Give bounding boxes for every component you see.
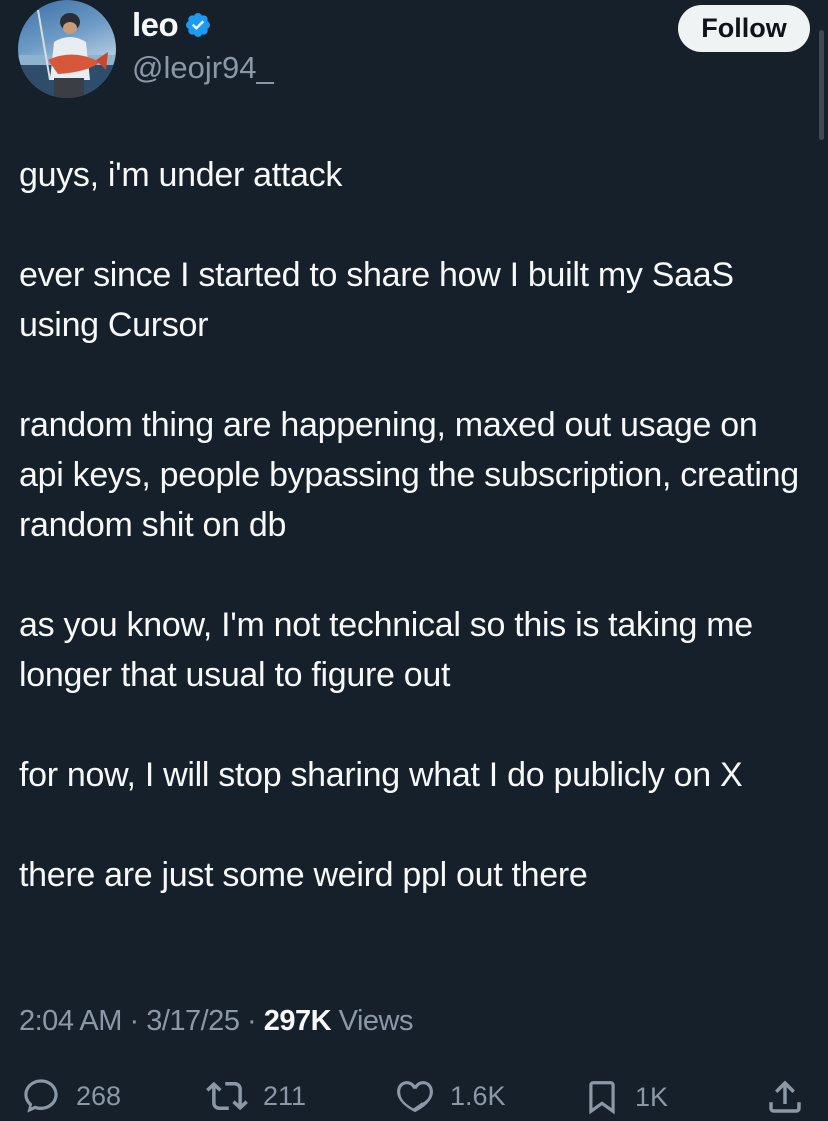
tweet-paragraph: random thing are happening, maxed out us… (19, 406, 799, 544)
reply-button[interactable]: 268 (20, 1075, 121, 1117)
tweet-date[interactable]: 3/17/25 (146, 1005, 240, 1037)
retweet-icon (205, 1075, 249, 1117)
action-bar: 268 211 1.6K 1K (0, 1075, 828, 1121)
views-count[interactable]: 297K (264, 1005, 332, 1037)
reply-icon (20, 1075, 62, 1117)
meta-separator: · (239, 1005, 264, 1037)
bookmark-icon (583, 1075, 621, 1119)
tweet-paragraph: guys, i'm under attack (19, 156, 343, 194)
retweet-button[interactable]: 211 (205, 1075, 306, 1117)
tweet-paragraph: for now, I will stop sharing what I do p… (19, 756, 743, 794)
avatar[interactable] (18, 0, 116, 98)
share-icon (764, 1075, 806, 1119)
bookmark-button[interactable]: 1K (583, 1075, 668, 1119)
avatar-fisherman-photo (18, 9, 116, 98)
tweet-meta: 2:04 AM · 3/17/25 · 297K Views (19, 1005, 413, 1038)
author-handle[interactable]: @leojr94_ (132, 50, 274, 86)
heart-icon (394, 1075, 436, 1117)
like-button[interactable]: 1.6K (394, 1075, 506, 1117)
verified-badge-icon (184, 11, 212, 39)
views-label: Views (331, 1005, 414, 1037)
follow-button[interactable]: Follow (678, 5, 810, 52)
scrollbar[interactable] (819, 30, 824, 140)
tweet-paragraph: there are just some weird ppl out there (19, 856, 588, 894)
author-display-name[interactable]: leo (132, 6, 179, 44)
tweet-time[interactable]: 2:04 AM (19, 1005, 122, 1037)
author-name-row[interactable]: leo (132, 6, 212, 44)
bookmark-count: 1K (635, 1081, 669, 1112)
retweet-count: 211 (263, 1080, 307, 1111)
meta-separator: · (121, 1005, 147, 1037)
tweet-text: guys, i'm under attack ever since I star… (19, 150, 811, 950)
tweet-paragraph: as you know, I'm not technical so this i… (19, 606, 753, 694)
share-button[interactable] (764, 1075, 806, 1119)
tweet-header: leo @leojr94_ Follow (18, 0, 810, 100)
like-count: 1.6K (450, 1080, 506, 1111)
reply-count: 268 (76, 1080, 122, 1111)
tweet-paragraph: ever since I started to share how I buil… (19, 256, 734, 344)
